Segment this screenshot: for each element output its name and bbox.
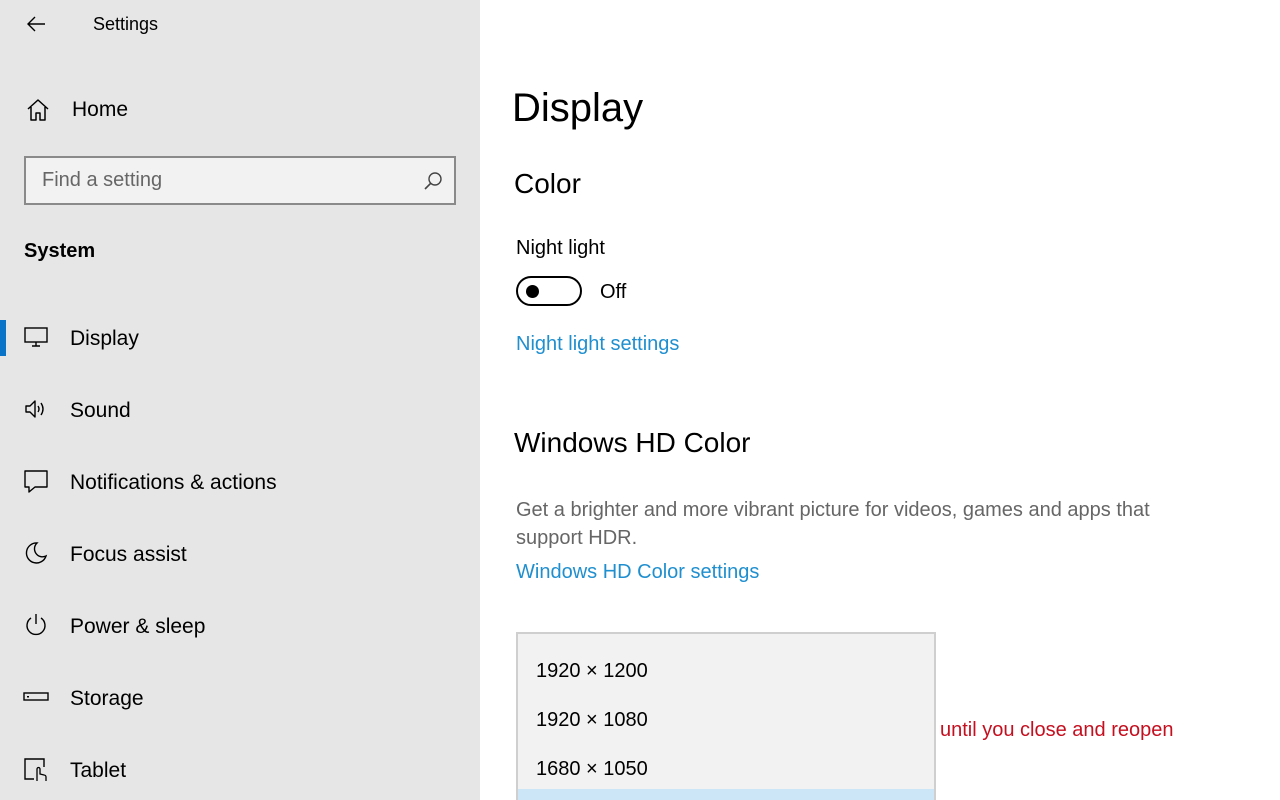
search-icon[interactable] — [422, 170, 444, 192]
tablet-icon — [22, 755, 50, 783]
hd-color-heading: Windows HD Color — [514, 427, 751, 458]
back-button[interactable] — [18, 8, 54, 40]
sidebar-item-sound[interactable]: Sound — [0, 383, 480, 439]
resolution-option-selected[interactable] — [518, 789, 934, 800]
search-box[interactable] — [24, 156, 456, 205]
home-label: Home — [72, 98, 129, 121]
sidebar-item-storage[interactable]: Storage — [0, 671, 480, 727]
back-arrow-icon — [27, 16, 45, 32]
color-heading: Color — [514, 168, 581, 199]
search-input[interactable] — [26, 158, 406, 203]
sidebar-item-display[interactable]: Display — [0, 311, 480, 367]
monitor-icon — [22, 323, 50, 351]
speaker-icon — [22, 395, 50, 423]
resolution-option[interactable]: 1920 × 1080 — [518, 691, 934, 739]
sidebar-item-power-sleep[interactable]: Power & sleep — [0, 599, 480, 655]
home-icon — [24, 96, 52, 124]
sidebar-item-label: Sound — [70, 399, 131, 422]
moon-icon — [22, 539, 50, 567]
page-title: Display — [512, 86, 644, 130]
resolution-dropdown[interactable]: 1920 × 1200 1920 × 1080 1680 × 1050 — [516, 632, 936, 800]
resolution-option[interactable]: 1920 × 1200 — [518, 642, 934, 690]
warning-text: until you close and reopen — [940, 719, 1174, 741]
main-content: Display Color Night light Off Night ligh… — [480, 0, 1280, 800]
title-bar: Settings — [0, 0, 480, 48]
sidebar-item-label: Storage — [70, 687, 144, 710]
section-label: System — [24, 240, 96, 262]
sidebar-item-label: Focus assist — [70, 543, 187, 566]
sidebar-item-label: Tablet — [70, 759, 127, 782]
sidebar: Settings Home System Display Sound — [0, 0, 480, 800]
storage-icon — [22, 683, 50, 711]
sidebar-item-notifications[interactable]: Notifications & actions — [0, 455, 480, 511]
hd-color-description: Get a brighter and more vibrant picture … — [516, 499, 1150, 549]
app-title: Settings — [93, 14, 159, 34]
night-light-settings-link[interactable]: Night light settings — [516, 333, 679, 356]
sidebar-item-tablet[interactable]: Tablet — [0, 743, 480, 799]
message-icon — [22, 467, 50, 495]
nav-home[interactable]: Home — [0, 86, 480, 134]
night-light-state: Off — [600, 281, 627, 303]
sidebar-item-label: Power & sleep — [70, 615, 206, 638]
hd-color-settings-link[interactable]: Windows HD Color settings — [516, 561, 759, 584]
power-icon — [22, 611, 50, 639]
toggle-knob — [526, 285, 539, 298]
sidebar-item-label: Display — [70, 327, 139, 350]
night-light-label: Night light — [516, 237, 605, 259]
resolution-option[interactable]: 1680 × 1050 — [518, 740, 934, 788]
sidebar-item-focus-assist[interactable]: Focus assist — [0, 527, 480, 583]
night-light-toggle[interactable] — [516, 276, 582, 306]
sidebar-item-label: Notifications & actions — [70, 471, 277, 494]
